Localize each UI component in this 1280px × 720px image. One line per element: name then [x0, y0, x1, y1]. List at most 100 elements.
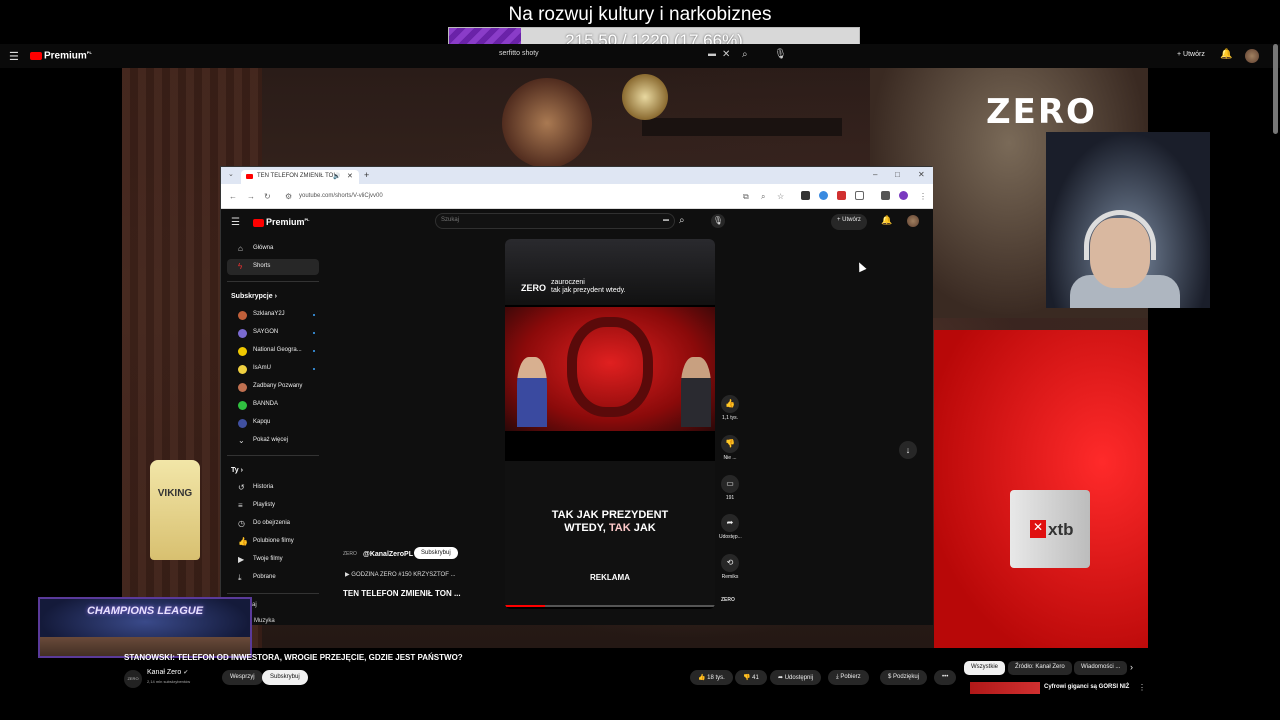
- menu-icon[interactable]: ☰: [9, 50, 19, 63]
- notifications-icon[interactable]: 🔔: [881, 215, 892, 226]
- clear-search-icon[interactable]: ✕: [722, 49, 730, 60]
- sidebar-item-home[interactable]: ⌂ Główna: [227, 241, 319, 257]
- dislike-button[interactable]: 👎 Nie ...: [719, 435, 741, 461]
- join-button[interactable]: Wesprzyj: [222, 670, 263, 685]
- chip-source[interactable]: Źródło: Kanał Zero: [1008, 661, 1072, 675]
- channel-name[interactable]: @KanalZeroPL: [363, 551, 413, 558]
- scene-lamp: [502, 78, 592, 168]
- share-button[interactable]: ➦ Udostęp...: [719, 514, 742, 540]
- subtitle-line: WTEDY, TAK JAK: [505, 522, 715, 535]
- sidebar-item-subscription[interactable]: BANNDA: [227, 397, 319, 413]
- audio-icon[interactable]: 🔊: [333, 173, 340, 180]
- chip-news[interactable]: Wiadomości ...: [1074, 661, 1128, 675]
- keyboard-icon[interactable]: ▬: [663, 217, 669, 223]
- site-info-icon[interactable]: ⚙: [285, 192, 292, 201]
- minimize-icon[interactable]: –: [873, 170, 877, 179]
- zoom-icon[interactable]: ⌕: [761, 192, 765, 202]
- menu-icon[interactable]: ☰: [231, 217, 240, 228]
- keyboard-icon[interactable]: ▬: [708, 49, 716, 58]
- subscriptions-heading[interactable]: Subskrypcje ›: [231, 293, 277, 300]
- extension-icon[interactable]: [819, 191, 828, 200]
- thanks-button[interactable]: $ Podziękuj: [880, 670, 928, 685]
- short-progress-bar[interactable]: [505, 605, 715, 607]
- extension-icon[interactable]: [837, 191, 846, 200]
- youtube-logo[interactable]: PremiumPL: [253, 217, 310, 227]
- download-button[interactable]: ⤓ Pobierz: [828, 670, 869, 685]
- channel-mini-logo[interactable]: ZERO: [721, 597, 735, 603]
- dislike-button[interactable]: 👎 41: [735, 670, 767, 685]
- sidebar-item-music[interactable]: Muzyka: [254, 618, 275, 624]
- sidebar-item-downloads[interactable]: ⤓ Pobrane: [227, 570, 319, 586]
- maximize-icon[interactable]: □: [895, 170, 900, 179]
- search-input[interactable]: [435, 213, 675, 229]
- window-close-icon[interactable]: ✕: [918, 170, 925, 179]
- subscribe-button[interactable]: Subskrybuj: [414, 547, 458, 559]
- tab-search-icon[interactable]: ⌄: [228, 170, 234, 178]
- sidebar-item-watch-later[interactable]: ◷ Do obejrzenia: [227, 516, 319, 532]
- like-button[interactable]: 👍 18 tys.: [690, 670, 733, 685]
- create-button[interactable]: + Utwórz: [831, 214, 867, 230]
- channel-avatar: [238, 347, 247, 356]
- chevron-right-icon[interactable]: ›: [1130, 662, 1133, 672]
- sidebar-item-subscription[interactable]: Kapqu: [227, 415, 319, 431]
- comments-button[interactable]: ▭ 191: [719, 475, 741, 501]
- forward-icon[interactable]: →: [247, 192, 255, 201]
- dislike-label: Nie ...: [723, 455, 737, 461]
- subscribe-button[interactable]: Subskrybuj: [262, 670, 308, 685]
- short-video-player[interactable]: ZERO zauroczeni tak jak prezydent wtedy. …: [505, 239, 715, 609]
- search-icon[interactable]: ⌕: [679, 215, 685, 226]
- related-video-link[interactable]: ▶ GODZINA ZERO #150 KRZYSZTOF ...: [345, 571, 456, 578]
- avatar[interactable]: [907, 215, 919, 227]
- chip-all[interactable]: Wszystkie: [964, 661, 1005, 675]
- sidebar-item-subscription[interactable]: SzklanaY2J: [227, 307, 319, 323]
- sidebar-item-liked[interactable]: 👍 Polubione filmy: [227, 534, 319, 550]
- search-input[interactable]: serfitto shoty: [499, 50, 539, 57]
- notifications-icon[interactable]: 🔔: [1220, 49, 1232, 60]
- sidebar-item-history[interactable]: ↺ Historia: [227, 480, 319, 496]
- sidebar-item-shorts[interactable]: ϟ Shorts: [227, 259, 319, 275]
- thumb-down-icon: 👎: [721, 435, 739, 453]
- scrollbar[interactable]: [1273, 44, 1278, 134]
- like-button[interactable]: 👍 1,1 tys.: [719, 395, 741, 421]
- recommended-menu-icon[interactable]: ⋮: [1138, 683, 1146, 692]
- show-more-button[interactable]: ⌄ Pokaż więcej: [227, 433, 319, 449]
- mic-icon[interactable]: 🎙: [774, 49, 787, 60]
- next-short-icon[interactable]: ↓: [899, 441, 917, 459]
- avatar[interactable]: [1245, 49, 1259, 63]
- more-actions-icon[interactable]: •••: [934, 670, 957, 685]
- share-button[interactable]: ➦ Udostępnij: [770, 670, 822, 685]
- mic-icon[interactable]: 🎙: [711, 214, 725, 228]
- extension-icon[interactable]: [801, 191, 810, 200]
- recommended-thumbnail[interactable]: [970, 682, 1040, 694]
- new-tab-icon[interactable]: +: [364, 170, 369, 180]
- sidebar-item-playlists[interactable]: ≡ Playlisty: [227, 498, 319, 514]
- comment-count: 191: [725, 495, 735, 501]
- channel-logo[interactable]: ZERO: [343, 551, 357, 557]
- channel-avatar[interactable]: ZERO: [124, 670, 142, 688]
- sidebar-item-your-videos[interactable]: ▶ Twoje filmy: [227, 552, 319, 568]
- tab-close-icon[interactable]: ✕: [347, 172, 353, 180]
- browser-menu-icon[interactable]: ⋮: [919, 192, 927, 201]
- profile-icon[interactable]: [899, 191, 908, 200]
- sidebar-item-subscription[interactable]: IsAmU: [227, 361, 319, 377]
- back-icon[interactable]: ←: [229, 192, 237, 201]
- install-icon[interactable]: ⧉: [743, 192, 749, 202]
- reload-icon[interactable]: ↻: [264, 192, 271, 201]
- extension-icon[interactable]: [881, 191, 890, 200]
- short-title[interactable]: TEN TELEFON ZMIENIŁ TON ...: [343, 589, 461, 598]
- youtube-logo[interactable]: PremiumPL: [30, 50, 92, 61]
- extensions-puzzle-icon[interactable]: [855, 191, 864, 200]
- bookmark-icon[interactable]: ☆: [777, 192, 784, 201]
- you-heading[interactable]: Ty ›: [231, 467, 243, 474]
- url-field[interactable]: youtube.com/shorts/V-vliCjvv00: [299, 193, 383, 199]
- sidebar-item-subscription[interactable]: National Geogra...: [227, 343, 319, 359]
- sidebar-item-subscription[interactable]: Zadbany Pozwany: [227, 379, 319, 395]
- recommended-title[interactable]: Cyfrowi giganci są GORSI NIŻ: [1044, 684, 1129, 690]
- search-icon[interactable]: ⌕: [742, 49, 748, 60]
- create-button[interactable]: + Utwórz: [1172, 48, 1210, 61]
- clock-icon: ◷: [238, 519, 245, 528]
- remix-button[interactable]: ⟲ Remiks: [719, 554, 741, 580]
- browser-tab[interactable]: TEN TELEFON ZMIENIŁ TO! 🔊 ✕: [241, 170, 359, 184]
- channel-name[interactable]: Kanał Zero ✔: [147, 669, 188, 676]
- sidebar-item-subscription[interactable]: SAYGON: [227, 325, 319, 341]
